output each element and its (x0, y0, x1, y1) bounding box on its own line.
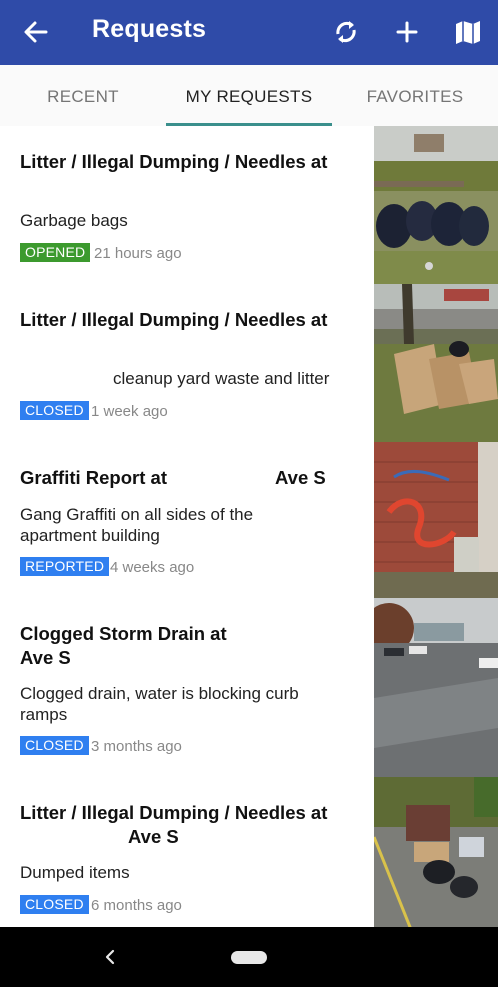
tab-my-requests[interactable]: MY REQUESTS (166, 65, 332, 126)
app-bar: Requests (0, 0, 498, 65)
yard-waste-photo[interactable] (374, 284, 498, 442)
map-icon[interactable] (452, 16, 484, 48)
requests-list[interactable]: Litter / Illegal Dumping / Needles at Ga… (0, 126, 498, 927)
request-time: 6 months ago (91, 897, 182, 914)
request-item[interactable]: Clogged Storm Drain at Ave S Clogged dra… (0, 598, 498, 778)
request-description: cleanup yard waste and litter (113, 369, 330, 388)
request-time: 3 months ago (91, 738, 182, 755)
request-title-street: Ave S (275, 467, 326, 488)
flooded-street-photo[interactable] (374, 598, 498, 777)
request-description: Dumped items (20, 863, 130, 882)
request-item[interactable]: Litter / Illegal Dumping / Needles at cl… (0, 284, 498, 443)
request-description: Gang Graffiti on all sides of the apartm… (20, 505, 254, 545)
request-title-street: Ave S (128, 826, 179, 847)
request-time: 21 hours ago (94, 245, 182, 262)
request-time: 1 week ago (91, 403, 168, 420)
request-time: 4 weeks ago (110, 559, 195, 576)
garbage-bags-photo[interactable] (374, 126, 498, 284)
request-description: Garbage bags (20, 211, 128, 230)
request-item[interactable]: Graffiti Report at Ave S Gang Graffiti o… (0, 442, 498, 599)
page-title: Requests (92, 15, 207, 43)
request-title: Litter / Illegal Dumping / Needles at (20, 309, 328, 330)
add-icon[interactable] (391, 16, 423, 48)
home-pill-icon[interactable] (231, 951, 267, 964)
status-badge: CLOSED (20, 736, 89, 755)
tab-bar: RECENT MY REQUESTS FAVORITES (0, 65, 498, 127)
request-title: Litter / Illegal Dumping / Needles at (20, 802, 328, 823)
dumped-items-photo[interactable] (374, 777, 498, 927)
nav-back-icon[interactable] (100, 946, 120, 968)
request-description: Clogged drain, water is blocking curb ra… (20, 684, 299, 724)
request-title: Clogged Storm Drain at (20, 623, 227, 644)
status-badge: REPORTED (20, 557, 110, 576)
request-item[interactable]: Litter / Illegal Dumping / Needles at Ga… (0, 126, 498, 285)
tab-recent[interactable]: RECENT (0, 65, 166, 126)
request-title-street: Ave S (20, 647, 71, 668)
arrow-back-icon[interactable] (20, 16, 52, 48)
tab-favorites[interactable]: FAVORITES (332, 65, 498, 126)
request-title: Litter / Illegal Dumping / Needles at (20, 151, 328, 172)
refresh-icon[interactable] (330, 16, 362, 48)
request-item[interactable]: Litter / Illegal Dumping / Needles at Av… (0, 777, 498, 927)
status-badge: CLOSED (20, 401, 89, 420)
status-badge: CLOSED (20, 895, 89, 914)
status-badge: OPENED (20, 243, 91, 262)
graffiti-wall-photo[interactable] (374, 442, 498, 598)
